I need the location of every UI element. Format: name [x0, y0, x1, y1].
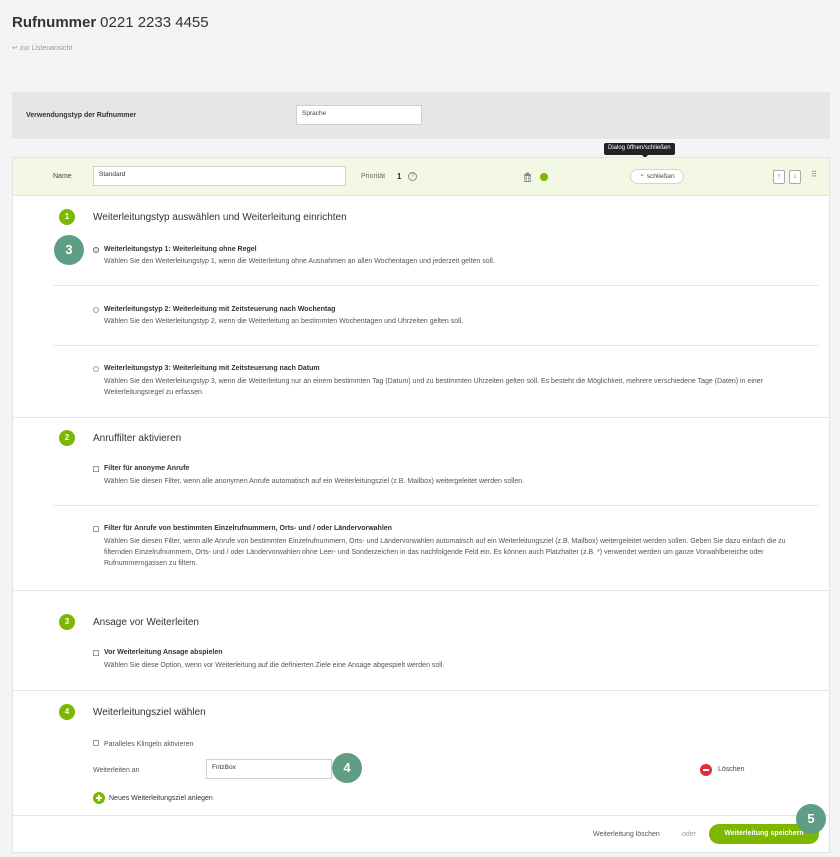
type-3-radio[interactable] — [93, 366, 99, 372]
type-3-desc: Wählen Sie den Weiterleitungstyp 3, wenn… — [104, 378, 763, 396]
section-3-title: Ansage vor Weiterleiten — [93, 617, 199, 628]
anonymous-filter-checkbox[interactable] — [93, 466, 99, 472]
close-dialog-button[interactable]: ⌃ schließen — [630, 169, 684, 184]
help-icon[interactable]: ? — [408, 172, 417, 181]
type-3-title: Weiterleitungstyp 3: Weiterleitung mit Z… — [104, 365, 320, 372]
divider — [53, 285, 819, 286]
section-divider — [13, 590, 829, 591]
back-link-label: zur Listenansicht — [19, 45, 73, 52]
number-filter-desc: Wählen Sie diesen Filter, wenn alle Anru… — [104, 538, 786, 567]
anonymous-filter-desc: Wählen Sie diesen Filter, wenn alle anon… — [104, 478, 525, 485]
type-1-radio[interactable] — [93, 247, 99, 253]
page-title-label: Rufnummer — [12, 14, 97, 31]
section-1-number: 1 — [59, 209, 75, 225]
add-target-icon[interactable] — [93, 792, 105, 804]
usage-type-input[interactable]: Sprache — [296, 105, 422, 125]
type-2-desc: Wählen Sie den Weiterleitungstyp 2, wenn… — [104, 318, 464, 325]
section-1-title: Weiterleitungstyp auswählen und Weiterle… — [93, 212, 347, 223]
or-separator: oder — [682, 831, 697, 838]
chevron-up-icon: ⌃ — [639, 173, 645, 181]
callout-bubble: 3 — [54, 235, 84, 265]
forward-target-input[interactable]: FritzBox — [206, 759, 332, 779]
usage-type-label: Verwendungstyp der Rufnummer — [26, 112, 137, 119]
priority-label: Priorität — [361, 173, 386, 180]
divider — [53, 345, 819, 346]
priority-value: 1 — [397, 172, 402, 181]
section-divider — [13, 417, 829, 418]
page-title: Rufnummer 0221 2233 4455 — [12, 14, 209, 31]
delete-target-label[interactable]: Löschen — [718, 766, 744, 773]
parallel-ringing-checkbox[interactable] — [93, 740, 99, 746]
section-2-title: Anruffilter aktivieren — [93, 433, 182, 444]
number-filter-title: Filter für Anrufe von bestimmten Einzelr… — [104, 525, 392, 532]
delete-forwarding-link[interactable]: Weiterleitung löschen — [593, 831, 660, 838]
section-4-number: 4 — [59, 704, 75, 720]
rule-name-input[interactable]: Standard — [93, 166, 346, 186]
section-2-number: 2 — [59, 430, 75, 446]
section-3-number: 3 — [59, 614, 75, 630]
announcement-checkbox[interactable] — [93, 650, 99, 656]
type-2-radio[interactable] — [93, 307, 99, 313]
rule-name-label: Name — [53, 173, 72, 180]
page-title-number: 0221 2233 4455 — [100, 14, 209, 31]
footer-divider — [13, 815, 829, 816]
move-up-button[interactable]: ↑ — [773, 170, 785, 184]
anonymous-filter-title: Filter für anonyme Anrufe — [104, 465, 190, 472]
add-target-link[interactable]: Neues Weiterleitungsziel anlegen — [109, 795, 213, 802]
type-2-title: Weiterleitungstyp 2: Weiterleitung mit Z… — [104, 306, 336, 313]
toggle-dialog-tooltip: Dialog öffnen/schließen — [604, 143, 675, 158]
back-link[interactable]: ↩ zur Listenansicht — [12, 44, 72, 52]
move-down-button[interactable]: ↓ — [789, 170, 801, 184]
forwarding-rule-card: Name Standard Priorität 1 ? ⌃ schließen … — [12, 157, 830, 853]
announcement-desc: Wählen Sie diese Option, wenn vor Weiter… — [104, 662, 445, 669]
rule-header: Name Standard Priorität 1 ? ⌃ schließen … — [13, 158, 829, 196]
section-divider — [13, 690, 829, 691]
callout-bubble: 5 — [796, 804, 826, 834]
forward-to-label: Weiterleiten an — [93, 767, 140, 774]
type-1-title: Weiterleitungstyp 1: Weiterleitung ohne … — [104, 246, 257, 253]
announcement-title: Vor Weiterleitung Ansage abspielen — [104, 649, 223, 656]
delete-target-icon[interactable] — [700, 764, 712, 776]
drag-handle-icon[interactable]: ⠿ — [811, 170, 817, 179]
callout-bubble: 4 — [332, 753, 362, 783]
usage-type-panel: Verwendungstyp der Rufnummer Sprache — [12, 92, 830, 139]
type-1-desc: Wählen Sie den Weiterleitungstyp 1, wenn… — [104, 258, 495, 265]
status-dot — [540, 173, 548, 181]
parallel-ringing-label: Paralleles Klingeln aktivieren — [104, 741, 194, 748]
divider — [53, 505, 819, 506]
back-arrow-icon: ↩ — [12, 45, 18, 52]
close-dialog-label: schließen — [646, 173, 675, 180]
number-filter-checkbox[interactable] — [93, 526, 99, 532]
trash-icon[interactable] — [523, 172, 532, 182]
section-4-title: Weiterleitungsziel wählen — [93, 707, 206, 718]
